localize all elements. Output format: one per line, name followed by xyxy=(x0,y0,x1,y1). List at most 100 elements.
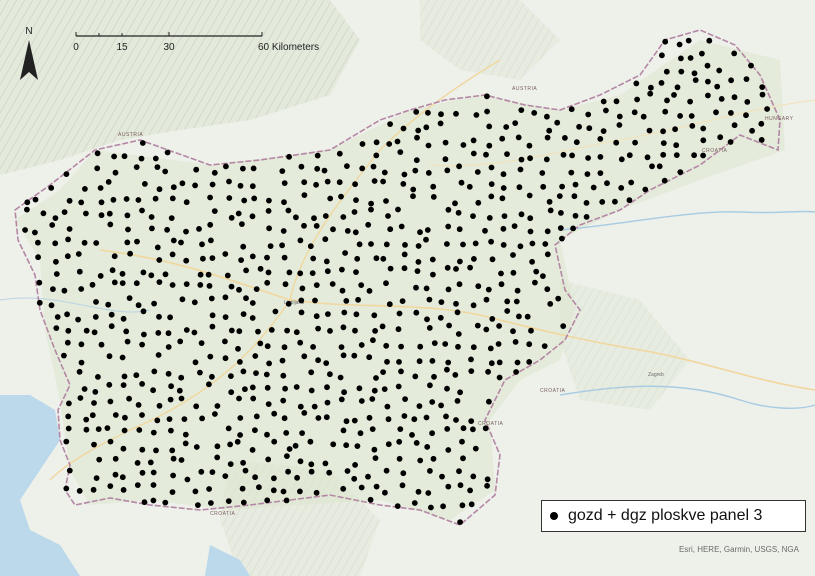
sample-point xyxy=(518,156,525,163)
sample-point xyxy=(470,213,476,220)
sample-point xyxy=(396,438,403,445)
sample-point xyxy=(139,446,146,453)
sample-point xyxy=(764,106,770,112)
sample-point xyxy=(468,418,475,424)
sample-point xyxy=(108,323,115,330)
sample-point xyxy=(540,183,547,190)
sample-point xyxy=(154,417,161,424)
sample-point xyxy=(514,359,521,366)
sample-point xyxy=(199,415,206,422)
sample-point xyxy=(297,488,303,495)
sample-point xyxy=(428,504,434,511)
sample-point xyxy=(401,413,408,419)
sample-point xyxy=(150,482,157,488)
sample-point xyxy=(460,241,466,248)
sample-point xyxy=(133,372,140,379)
sample-point xyxy=(272,308,279,315)
sample-point xyxy=(119,280,126,286)
sample-point xyxy=(372,328,378,334)
sample-point xyxy=(515,134,522,141)
sample-point xyxy=(168,215,175,222)
sample-point xyxy=(169,447,176,454)
sample-point xyxy=(292,442,299,449)
sample-point xyxy=(456,163,462,170)
sample-point xyxy=(413,109,420,115)
sample-point xyxy=(425,142,432,149)
sample-point xyxy=(444,385,450,392)
sample-point xyxy=(314,152,321,159)
sample-point xyxy=(252,427,258,434)
sample-point xyxy=(585,111,592,118)
sample-point xyxy=(470,473,477,480)
sample-point xyxy=(397,149,404,156)
sample-point xyxy=(123,328,130,335)
sample-point xyxy=(235,345,241,352)
sample-point xyxy=(576,123,582,130)
sample-point xyxy=(222,338,228,345)
sample-point xyxy=(223,163,229,170)
sample-point xyxy=(676,41,683,48)
sample-point xyxy=(510,269,517,276)
sample-point xyxy=(81,239,88,246)
sample-point xyxy=(141,331,147,338)
sample-point xyxy=(266,360,272,367)
sample-point xyxy=(53,325,60,331)
sample-point xyxy=(168,383,175,390)
sample-point xyxy=(673,152,680,159)
sample-point xyxy=(284,453,290,459)
sample-point xyxy=(170,184,177,191)
sample-point xyxy=(460,455,466,462)
sample-point xyxy=(301,410,308,416)
sample-point xyxy=(297,270,304,277)
sample-point xyxy=(444,264,451,271)
sample-point xyxy=(339,287,346,294)
sample-point xyxy=(437,314,444,321)
sample-point xyxy=(240,243,247,250)
sample-point xyxy=(40,210,47,217)
sample-point xyxy=(459,438,465,445)
sample-point xyxy=(373,139,380,146)
sample-point xyxy=(165,344,172,350)
sample-point xyxy=(352,327,358,334)
sample-point xyxy=(356,385,363,392)
sample-point xyxy=(499,135,506,142)
sample-point xyxy=(517,166,524,173)
sample-point xyxy=(176,387,183,394)
sample-point xyxy=(571,193,578,200)
sample-point xyxy=(455,343,461,350)
sample-point xyxy=(600,128,607,135)
map-view[interactable]: AUSTRIA AUSTRIA HUNGARY CROATIA CROATIA … xyxy=(0,0,815,576)
sample-point xyxy=(342,250,348,256)
sample-point xyxy=(417,229,423,236)
sample-point xyxy=(706,37,713,44)
sample-point xyxy=(394,503,401,509)
sample-point xyxy=(307,438,314,445)
sample-point xyxy=(417,343,424,350)
sample-point xyxy=(106,210,113,217)
sample-point xyxy=(423,236,429,243)
sample-point xyxy=(380,178,386,185)
sample-point xyxy=(415,243,422,249)
sample-point xyxy=(527,228,534,235)
sample-point xyxy=(183,281,190,287)
sample-point xyxy=(714,83,721,90)
sample-point xyxy=(228,283,235,290)
sample-point xyxy=(485,286,492,293)
sample-point xyxy=(181,416,188,422)
sample-point xyxy=(164,226,171,233)
sample-point xyxy=(691,152,697,159)
sample-point xyxy=(488,238,494,245)
sample-point xyxy=(156,313,162,320)
sample-point xyxy=(206,486,213,492)
sample-point xyxy=(544,286,551,293)
sample-point xyxy=(470,302,477,309)
sample-point xyxy=(65,236,71,243)
sample-point xyxy=(222,294,229,301)
sample-point xyxy=(544,134,551,141)
sample-point xyxy=(83,426,90,433)
sample-point xyxy=(48,185,55,191)
sample-point xyxy=(372,455,379,461)
sample-point xyxy=(678,68,685,75)
sample-point xyxy=(387,121,393,127)
sample-point xyxy=(400,125,407,132)
